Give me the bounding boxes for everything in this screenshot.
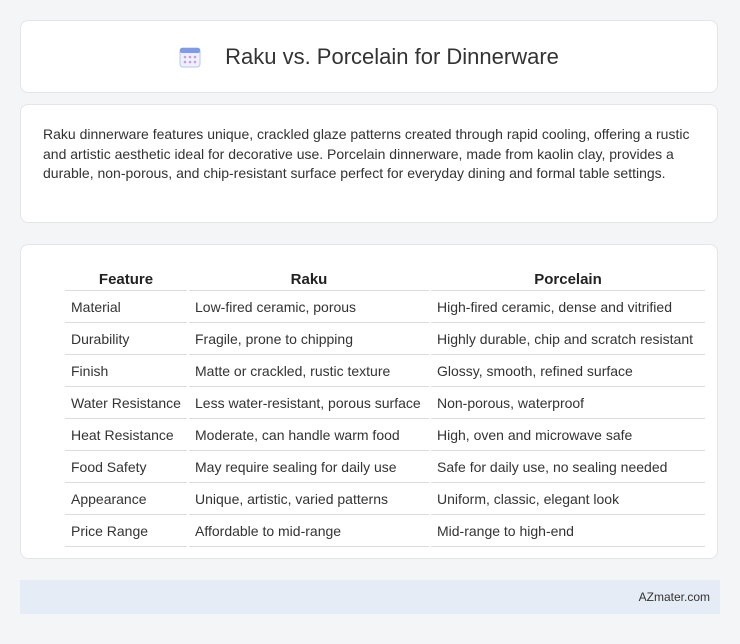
feature-cell: Appearance	[65, 485, 187, 515]
porcelain-cell: Mid-range to high-end	[431, 517, 705, 547]
porcelain-cell: Glossy, smooth, refined surface	[431, 357, 705, 387]
porcelain-cell: Safe for daily use, no sealing needed	[431, 453, 705, 483]
feature-cell: Durability	[65, 325, 187, 355]
porcelain-cell: High, oven and microwave safe	[431, 421, 705, 451]
porcelain-cell: Uniform, classic, elegant look	[431, 485, 705, 515]
feature-cell: Food Safety	[65, 453, 187, 483]
comparison-table: Feature Raku Porcelain Material Low-fire…	[63, 265, 707, 549]
raku-cell: Unique, artistic, varied patterns	[189, 485, 429, 515]
page-title: Raku vs. Porcelain for Dinnerware	[225, 43, 559, 69]
table-row: Finish Matte or crackled, rustic texture…	[65, 357, 705, 387]
feature-cell: Heat Resistance	[65, 421, 187, 451]
table-row: Heat Resistance Moderate, can handle war…	[65, 421, 705, 451]
raku-cell: Moderate, can handle warm food	[189, 421, 429, 451]
summary-text: Raku dinnerware features unique, crackle…	[43, 126, 690, 181]
raku-cell: May require sealing for daily use	[189, 453, 429, 483]
table-row: Water Resistance Less water-resistant, p…	[65, 389, 705, 419]
porcelain-cell: High-fired ceramic, dense and vitrified	[431, 293, 705, 323]
raku-cell: Affordable to mid-range	[189, 517, 429, 547]
header-raku: Raku	[189, 267, 429, 291]
table-header-row: Feature Raku Porcelain	[65, 267, 705, 291]
table-row: Material Low-fired ceramic, porous High-…	[65, 293, 705, 323]
footer-site-link[interactable]: AZmater.com	[639, 590, 710, 604]
porcelain-cell: Non-porous, waterproof	[431, 389, 705, 419]
raku-cell: Matte or crackled, rustic texture	[189, 357, 429, 387]
table-row: Durability Fragile, prone to chipping Hi…	[65, 325, 705, 355]
porcelain-cell: Highly durable, chip and scratch resista…	[431, 325, 705, 355]
raku-cell: Fragile, prone to chipping	[189, 325, 429, 355]
comparison-table-card: Feature Raku Porcelain Material Low-fire…	[20, 244, 718, 559]
raku-cell: Less water-resistant, porous surface	[189, 389, 429, 419]
header-porcelain: Porcelain	[431, 267, 705, 291]
feature-cell: Water Resistance	[65, 389, 187, 419]
feature-cell: Finish	[65, 357, 187, 387]
raku-cell: Low-fired ceramic, porous	[189, 293, 429, 323]
table-row: Food Safety May require sealing for dail…	[65, 453, 705, 483]
header-feature: Feature	[65, 267, 187, 291]
feature-cell: Price Range	[65, 517, 187, 547]
title-card: Raku vs. Porcelain for Dinnerware	[20, 20, 718, 93]
summary-card: Raku dinnerware features unique, crackle…	[20, 104, 718, 223]
calendar-icon	[179, 46, 201, 68]
table-row: Price Range Affordable to mid-range Mid-…	[65, 517, 705, 547]
table-row: Appearance Unique, artistic, varied patt…	[65, 485, 705, 515]
feature-cell: Material	[65, 293, 187, 323]
footer-bar: AZmater.com	[20, 580, 720, 614]
